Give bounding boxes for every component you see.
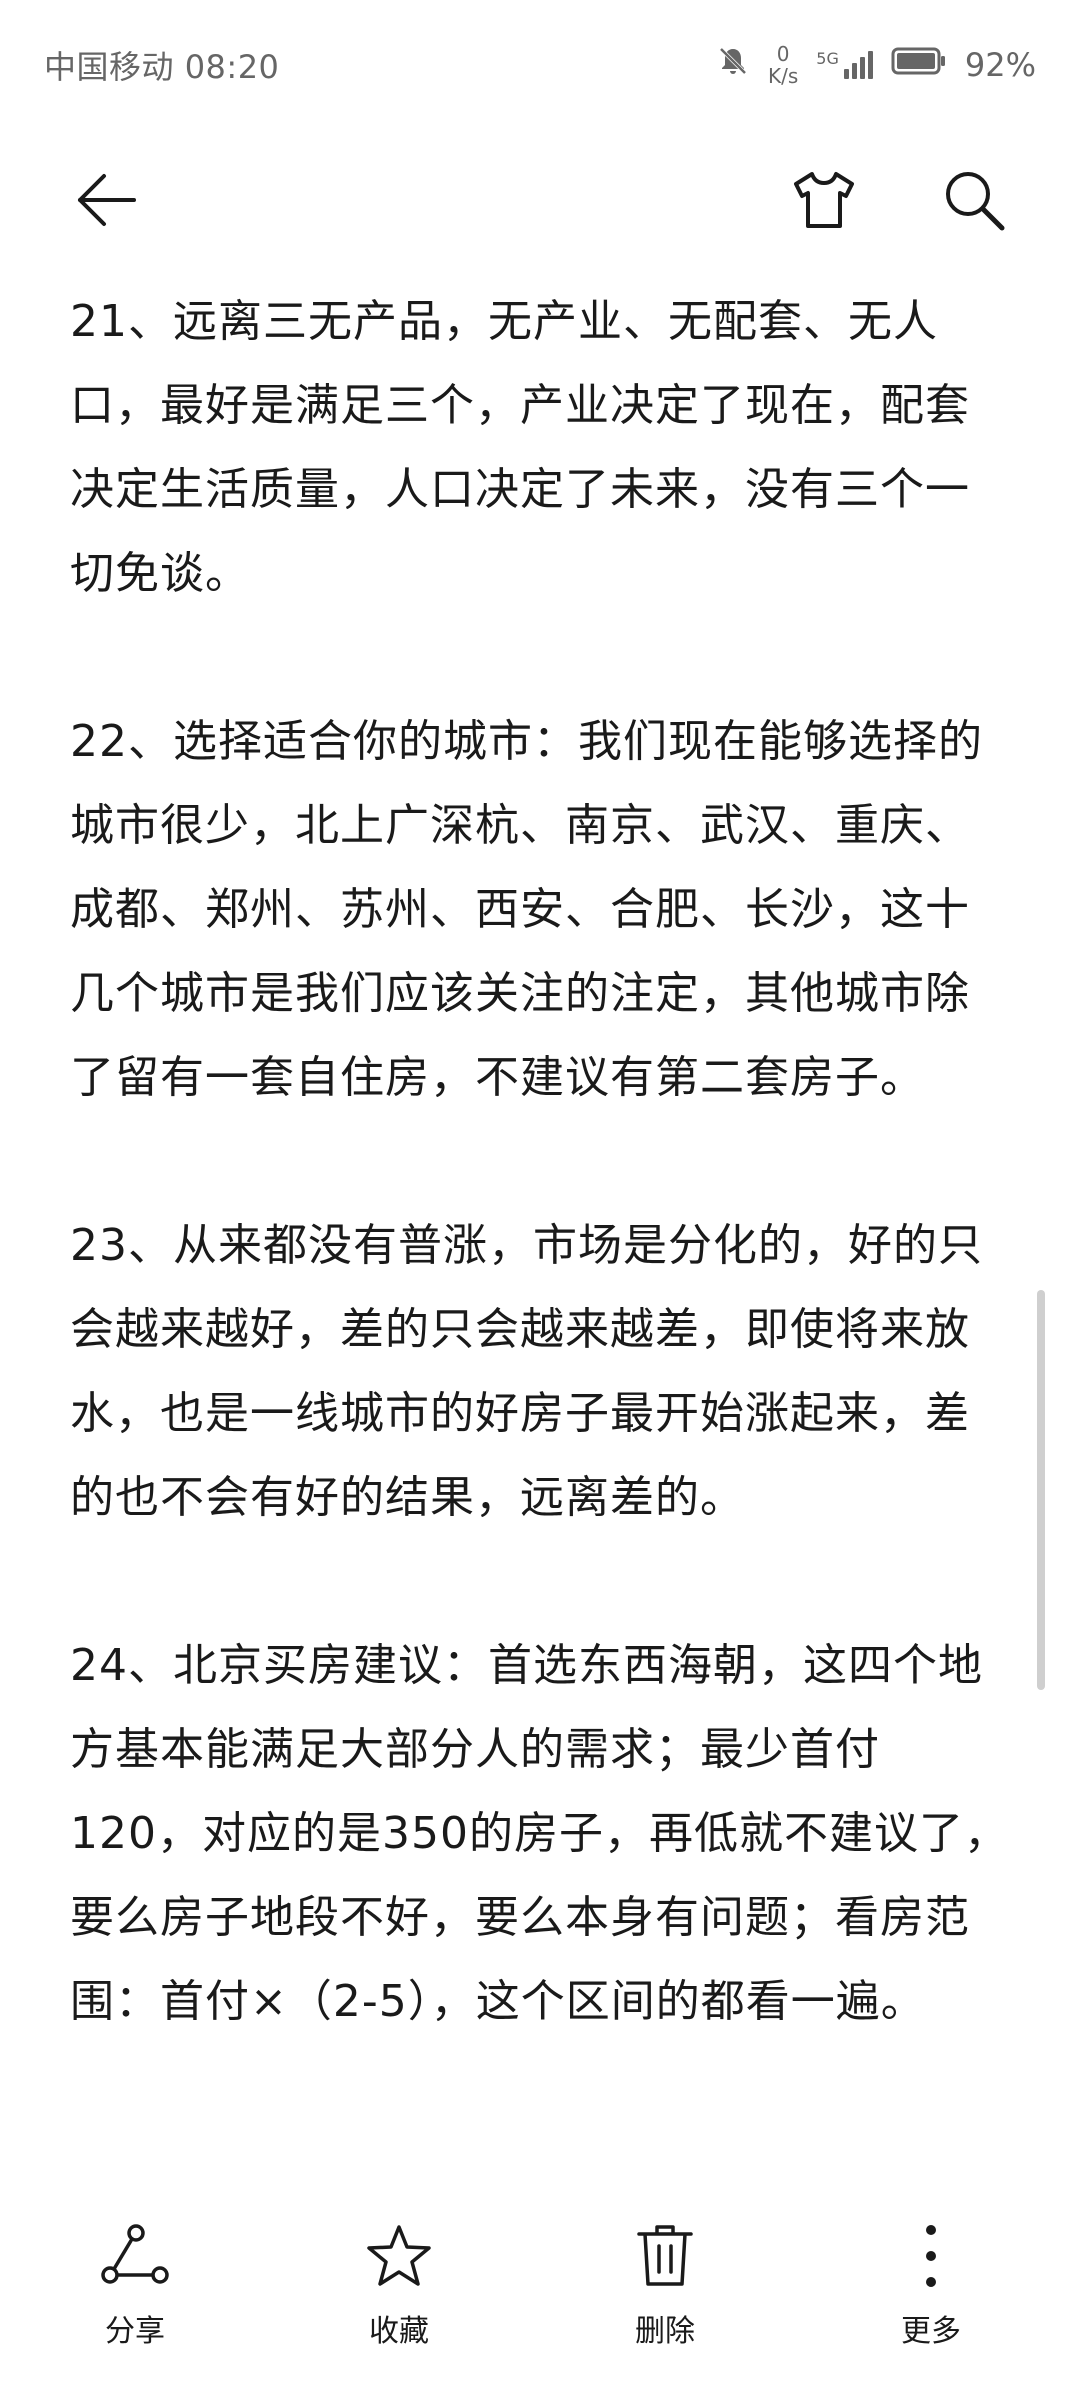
status-right: 0 K/s 5G 92%	[716, 43, 1036, 87]
net-speed-unit: K/s	[768, 64, 799, 88]
theme-button[interactable]	[774, 150, 874, 250]
paragraph-21: 21、远离三无产品，无产业、无配套、无人口，最好是满足三个，产业决定了现在，配套…	[70, 296, 970, 599]
app-bar	[0, 130, 1080, 270]
share-label: 分享	[105, 2314, 165, 2349]
network-type: 5G	[816, 49, 839, 68]
note-content[interactable]: 21、远离三无产品，无产业、无配套、无人口，最好是满足三个，产业决定了现在，配套…	[70, 280, 1010, 2210]
search-icon	[946, 172, 1005, 231]
bell-muted-icon	[716, 44, 750, 86]
share-icon	[97, 2218, 173, 2294]
arrow-left-icon	[78, 174, 136, 226]
more-vertical-icon	[893, 2218, 969, 2294]
bottom-toolbar: 分享 收藏 删除 更多	[0, 2200, 1080, 2387]
delete-label: 删除	[635, 2314, 695, 2349]
signal-icon: 5G	[816, 51, 873, 79]
favorite-label: 收藏	[369, 2314, 429, 2349]
trash-icon	[627, 2218, 703, 2294]
paragraph-22: 22、选择适合你的城市：我们现在能够选择的城市很少，北上广深杭、南京、武汉、重庆…	[70, 716, 983, 1103]
carrier-name: 中国移动	[44, 48, 175, 86]
status-bar: 中国移动 08:20 0 K/s 5G 92%	[0, 0, 1080, 130]
back-button[interactable]	[56, 150, 156, 250]
t-shirt-icon	[794, 172, 854, 228]
search-button[interactable]	[924, 150, 1024, 250]
scrollbar-thumb[interactable]	[1037, 1290, 1045, 1690]
paragraph-24: 24、北京买房建议：首选东西海朝，这四个地方基本能满足大部分人的需求；最少首付1…	[70, 1640, 1009, 2027]
delete-button[interactable]: 删除	[580, 2218, 750, 2368]
favorite-button[interactable]: 收藏	[314, 2218, 484, 2368]
paragraph-23: 23、从来都没有普涨，市场是分化的，好的只会越来越好，差的只会越来越差，即使将来…	[70, 1220, 983, 1523]
battery-icon	[891, 46, 947, 84]
status-left: 中国移动 08:20	[44, 42, 279, 88]
share-button[interactable]: 分享	[50, 2218, 220, 2368]
status-time: 08:20	[184, 48, 280, 86]
star-icon	[361, 2218, 437, 2294]
net-speed: 0 K/s	[768, 43, 798, 87]
more-button[interactable]: 更多	[846, 2218, 1016, 2368]
battery-percent: 92%	[964, 46, 1036, 84]
net-speed-value: 0	[776, 42, 790, 66]
more-label: 更多	[901, 2314, 961, 2349]
